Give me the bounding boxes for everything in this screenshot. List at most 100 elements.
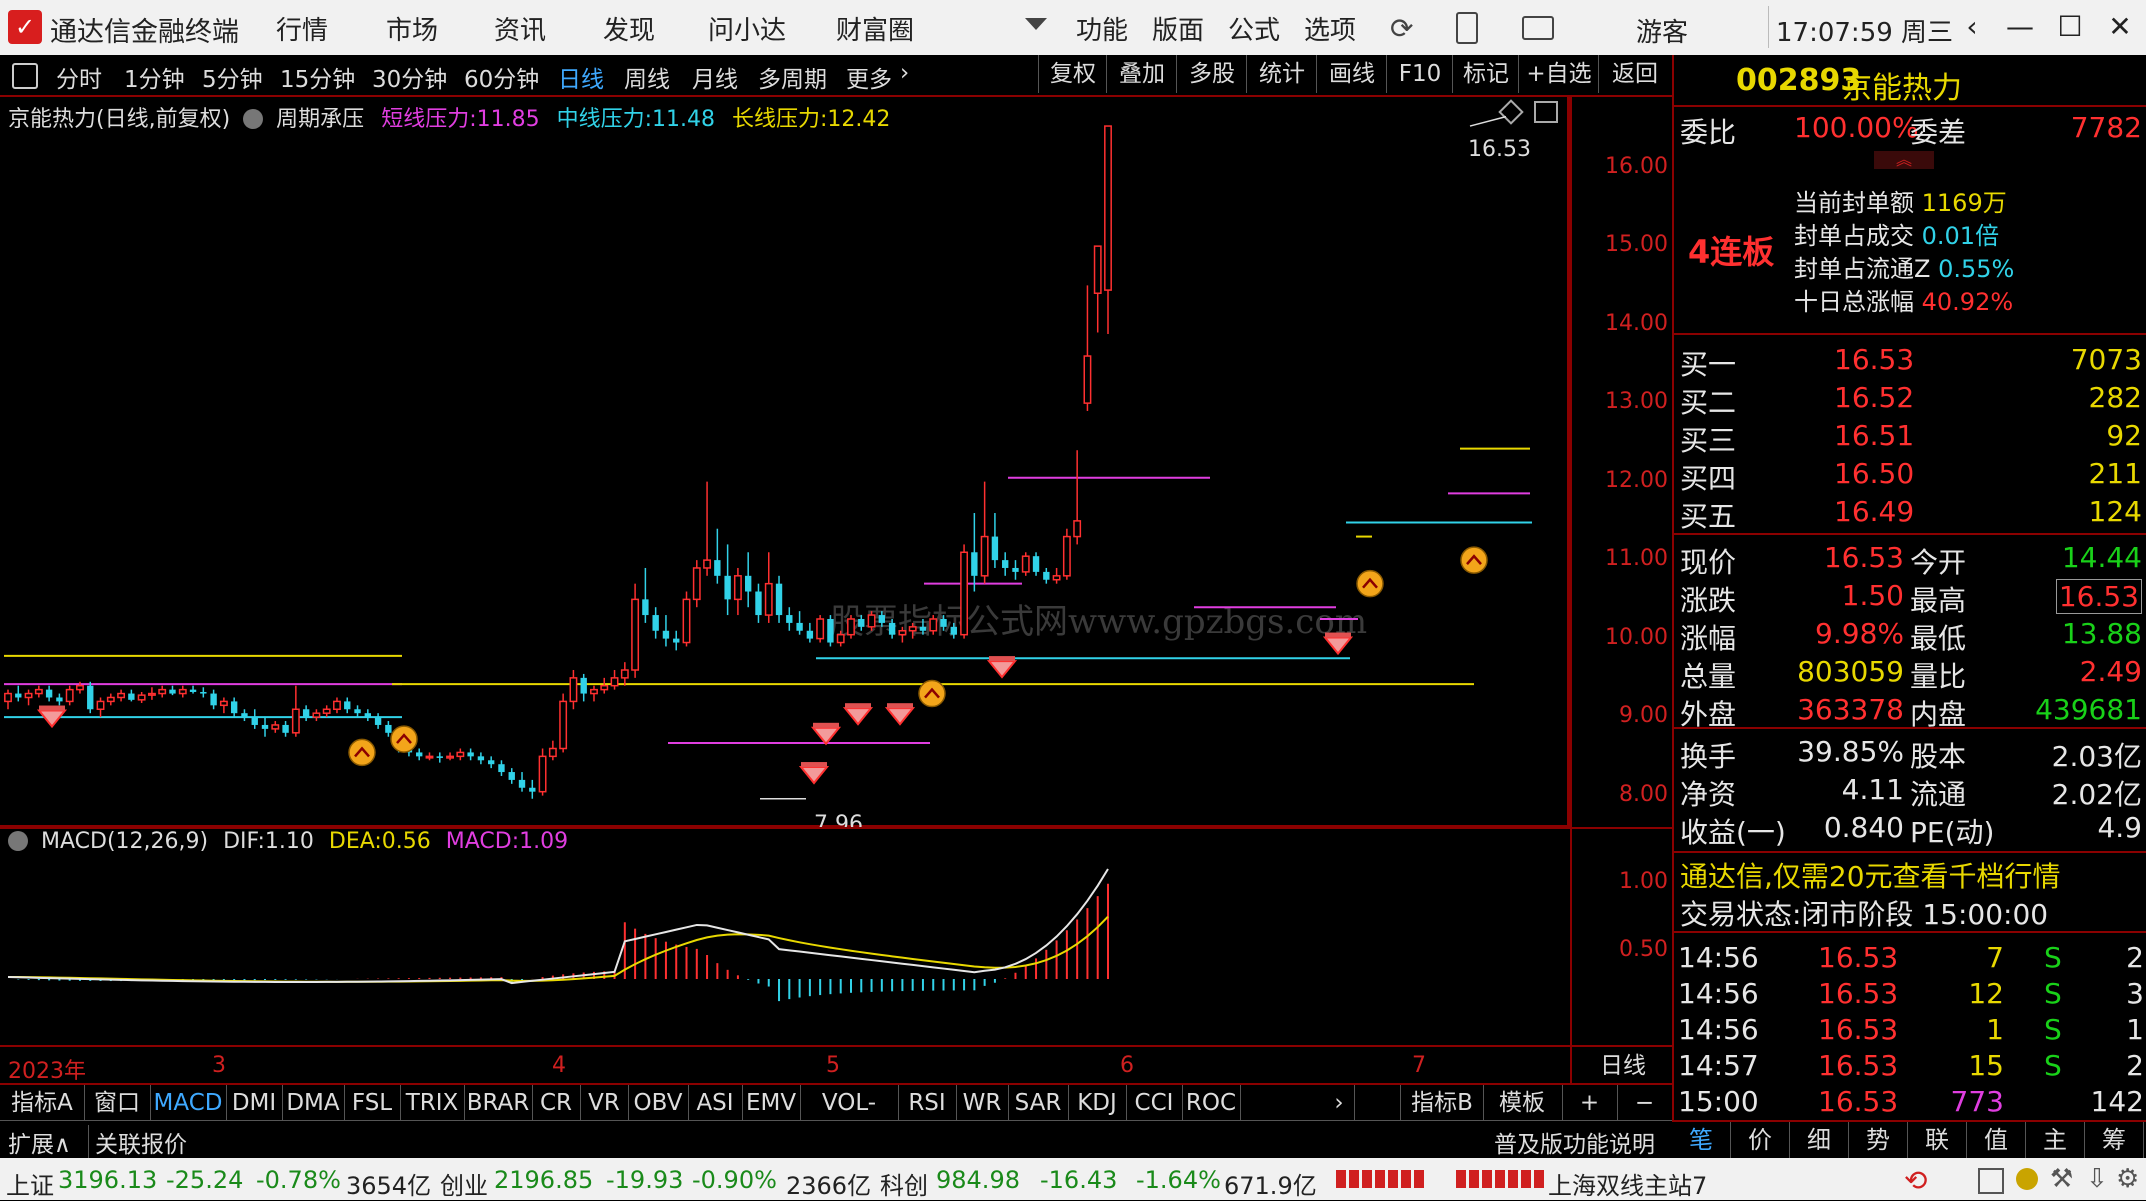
tool-tongji[interactable]: 统计 [1246, 55, 1317, 93]
indicator-tab[interactable]: TRIX [400, 1085, 465, 1121]
tool-zixuan[interactable]: +自选 [1518, 55, 1599, 93]
close-icon[interactable]: ✕ [2094, 6, 2146, 48]
detail-tab[interactable]: 细 [1790, 1122, 1849, 1158]
extend-button[interactable]: 扩展∧ [8, 1125, 71, 1159]
menu-caifuquan[interactable]: 财富圈 [836, 10, 914, 47]
period-weekly[interactable]: 周线 [624, 60, 670, 94]
indicator-tab[interactable]: EMV [742, 1085, 801, 1121]
bid-row[interactable]: 买一 16.53 7073 [1674, 341, 2146, 381]
indicator-tab[interactable]: 窗口 [84, 1085, 151, 1121]
indicator-tab[interactable]: ROC [1182, 1085, 1241, 1121]
menu-wenxiaoda[interactable]: 问小达 [708, 10, 786, 47]
layout-icon[interactable] [1978, 1168, 2004, 1194]
detail-tab[interactable]: 主 [2026, 1122, 2085, 1158]
indicator-more-icon[interactable]: › [1324, 1085, 1355, 1121]
indicator-tab[interactable]: DMA [282, 1085, 345, 1121]
indicator-tab[interactable]: DMI [226, 1085, 283, 1121]
indicator-tab[interactable]: KDJ [1068, 1085, 1127, 1121]
tools-icon[interactable]: ⚒ [2050, 1164, 2073, 1194]
tool-fuquan[interactable]: 复权 [1038, 55, 1107, 93]
indicator-tab[interactable]: BRAR [464, 1085, 533, 1121]
period-daily[interactable]: 日线 [558, 60, 604, 94]
bid-row[interactable]: 买三 16.51 92 [1674, 417, 2146, 457]
cy-label[interactable]: 创业 [440, 1166, 488, 1201]
period-60min[interactable]: 60分钟 [464, 60, 539, 94]
menu-faxian[interactable]: 发现 [603, 10, 655, 47]
tool-duogu[interactable]: 多股 [1176, 55, 1247, 93]
tool-fanhui[interactable]: 返回 [1598, 55, 1671, 93]
promo-banner[interactable]: 通达信,仅需20元查看千档行情 [1680, 855, 2061, 895]
reconnect-icon[interactable]: ⟲ [1904, 1164, 1927, 1197]
period-30min[interactable]: 30分钟 [372, 60, 447, 94]
price-chart[interactable]: 股票指标公式网www.gpzbgs.com [0, 97, 1570, 827]
indicator-tab[interactable]: MACD [150, 1085, 227, 1121]
macd-chart[interactable] [0, 829, 1570, 1047]
period-5min[interactable]: 5分钟 [202, 60, 263, 94]
sidebar-toggle-icon[interactable] [12, 63, 38, 89]
remove-indicator-button[interactable]: − [1617, 1085, 1673, 1121]
refresh-icon[interactable]: ⟳ [1390, 12, 1413, 45]
sh-label[interactable]: 上证 [6, 1166, 54, 1201]
macd-pane[interactable]: MACD(12,26,9) DIF:1.10 DEA:0.56 MACD:1.0… [0, 827, 1672, 1047]
period-more[interactable]: 更多 [846, 60, 892, 94]
indicator-tab[interactable]: OBV [628, 1085, 689, 1121]
maximize-icon[interactable]: ☐ [2044, 6, 2096, 48]
chart-area[interactable]: 京能热力(日线,前复权) 周期承压 短线压力:11.85 中线压力:11.48 … [0, 97, 1668, 898]
indicator-tab[interactable]: CCI [1126, 1085, 1183, 1121]
menu-gongneng[interactable]: 功能 [1076, 10, 1128, 47]
bid-row[interactable]: 买二 16.52 282 [1674, 379, 2146, 419]
menu-gongshi[interactable]: 公式 [1228, 10, 1280, 47]
template-button[interactable]: 模板 [1482, 1085, 1563, 1121]
indicator-tab[interactable]: RSI [898, 1085, 957, 1121]
chevron-right-icon[interactable]: › [900, 60, 909, 86]
period-monthly[interactable]: 月线 [692, 60, 738, 94]
guest-label[interactable]: 游客 [1636, 12, 1688, 49]
menu-hangqing[interactable]: 行情 [276, 10, 328, 47]
detail-tab[interactable]: 势 [1849, 1122, 1908, 1158]
tool-f10[interactable]: F10 [1386, 55, 1453, 93]
back-arrow-icon[interactable]: ‹ [1946, 6, 1998, 48]
period-multi[interactable]: 多周期 [758, 60, 827, 94]
tool-diejia[interactable]: 叠加 [1106, 55, 1177, 93]
detail-tab[interactable]: 笔 [1672, 1122, 1731, 1158]
collapse-chevron-icon[interactable]: ︽ [1874, 151, 1934, 169]
menu-banmian[interactable]: 版面 [1152, 10, 1204, 47]
bid-row[interactable]: 买五 16.49 124 [1674, 493, 2146, 533]
menu-dropdown-icon[interactable] [1025, 18, 1047, 30]
menu-xuanxiang[interactable]: 选项 [1304, 10, 1356, 47]
bid-row[interactable]: 买四 16.50 211 [1674, 455, 2146, 495]
server-name[interactable]: 上海双线主站7 [1548, 1166, 1707, 1201]
related-quotes-button[interactable]: 关联报价 [88, 1125, 187, 1159]
detail-tab[interactable]: 价 [1731, 1122, 1790, 1158]
market-breadth-icon[interactable] [1336, 1170, 1424, 1188]
indicator-tab[interactable]: FSL [344, 1085, 401, 1121]
phone-icon[interactable] [1456, 12, 1478, 44]
coin-icon[interactable] [2016, 1168, 2038, 1190]
tool-huaxian[interactable]: 画线 [1316, 55, 1387, 93]
indicator-tab[interactable]: 指标A [0, 1085, 85, 1121]
menu-shichang[interactable]: 市场 [386, 10, 438, 47]
indicator-tab[interactable]: WR [956, 1085, 1009, 1121]
download-icon[interactable]: ⇩ [2086, 1164, 2108, 1194]
indicator-tab[interactable]: ASI [688, 1085, 743, 1121]
indicator-tab[interactable]: CR [532, 1085, 581, 1121]
settings-icon[interactable]: ⚙ [2116, 1164, 2139, 1194]
indicator-tab[interactable]: VOL-TDX [800, 1085, 899, 1152]
indicator-b[interactable]: 指标B [1400, 1085, 1484, 1121]
detail-tab[interactable]: 值 [1967, 1122, 2026, 1158]
indicator-tab[interactable]: VR [580, 1085, 629, 1121]
period-15min[interactable]: 15分钟 [280, 60, 355, 94]
message-icon[interactable] [1522, 16, 1554, 40]
minimize-icon[interactable]: — [1994, 6, 2046, 48]
detail-tab[interactable]: 筹 [2085, 1122, 2144, 1158]
period-1min[interactable]: 1分钟 [124, 60, 185, 94]
tool-biaoji[interactable]: 标记 [1452, 55, 1519, 93]
add-indicator-button[interactable]: + [1562, 1085, 1618, 1121]
kc-label[interactable]: 科创 [880, 1166, 928, 1201]
period-fenshi[interactable]: 分时 [56, 60, 102, 94]
feature-help-link[interactable]: 普及版功能说明 [1494, 1125, 1655, 1159]
detail-tab[interactable]: 联 [1908, 1122, 1967, 1158]
indicator-tab[interactable]: SAR [1008, 1085, 1069, 1121]
menu-zixun[interactable]: 资讯 [494, 10, 546, 47]
market-breadth-icon-2[interactable] [1456, 1170, 1544, 1188]
